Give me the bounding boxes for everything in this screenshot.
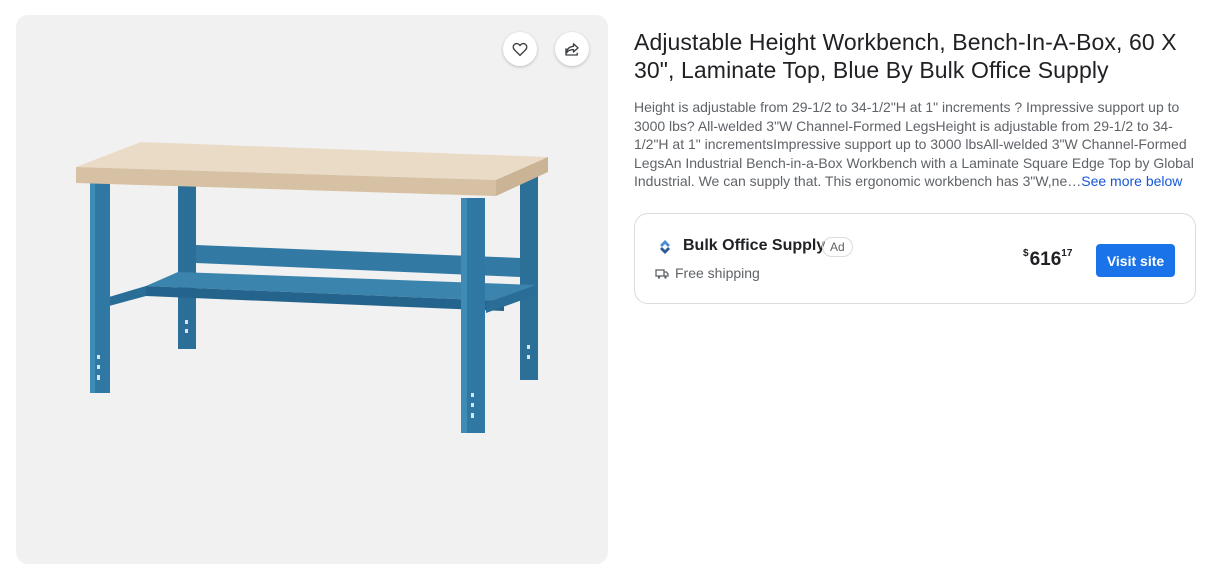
shipping-info: Free shipping [675, 265, 760, 281]
ad-badge: Ad [822, 237, 853, 257]
price-cents: 17 [1061, 248, 1073, 259]
product-info: Adjustable Height Workbench, Bench-In-A-… [634, 28, 1196, 191]
heart-icon [512, 42, 528, 57]
favorite-button[interactable] [503, 32, 537, 66]
see-more-link[interactable]: See more below [1081, 173, 1182, 189]
product-image-panel[interactable] [16, 15, 608, 564]
product-description: Height is adjustable from 29-1/2 to 34-1… [634, 98, 1196, 191]
price-whole: 616 [1029, 249, 1062, 270]
seller-name[interactable]: Bulk Office Supply [683, 237, 825, 255]
store-logo-icon [660, 240, 670, 254]
product-image [76, 142, 548, 433]
share-button[interactable] [555, 32, 589, 66]
truck-icon [655, 269, 669, 279]
product-title: Adjustable Height Workbench, Bench-In-A-… [634, 29, 1177, 83]
price: $61617 [1023, 248, 1073, 271]
visit-site-button[interactable]: Visit site [1096, 244, 1175, 277]
share-icon [565, 43, 579, 56]
seller-offer-card[interactable]: Bulk Office Supply Ad Free shipping $616… [634, 213, 1196, 304]
price-currency: $ [1023, 248, 1029, 259]
